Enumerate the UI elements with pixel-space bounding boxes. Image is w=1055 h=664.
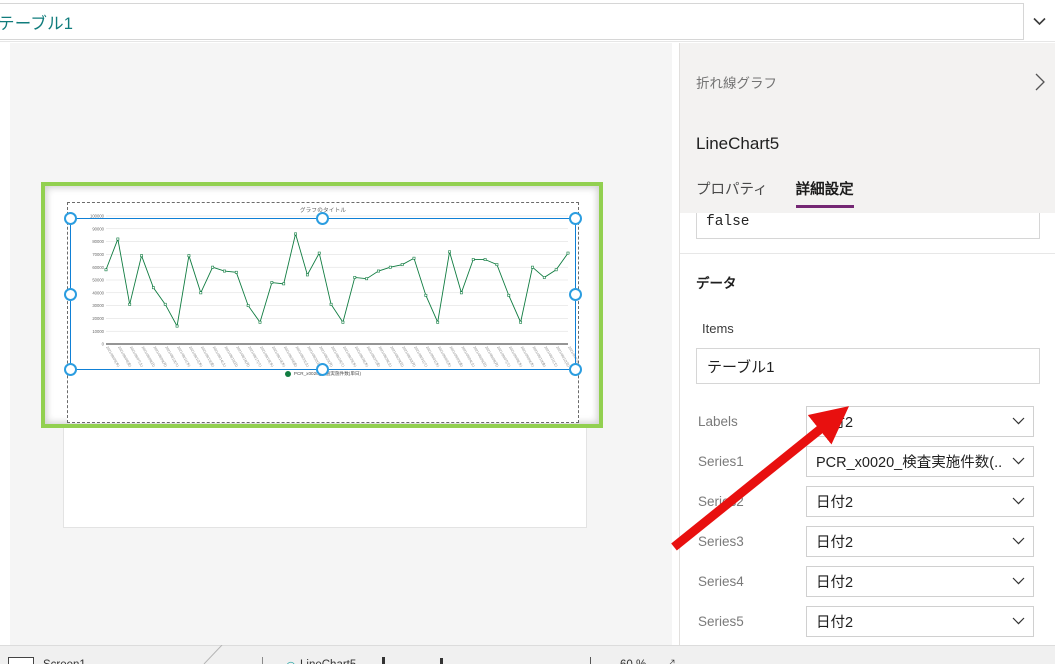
resize-handle-bottom-left[interactable] <box>64 363 77 376</box>
dropdown-value-series2: 日付2 <box>816 494 854 511</box>
chevron-down-icon <box>1003 417 1033 425</box>
chevron-right-icon[interactable] <box>1026 68 1054 96</box>
dropdown-series2[interactable]: 日付2 <box>806 485 1034 517</box>
dropdown-value-series1: PCR_x0020_検査実施件数(... <box>816 454 1003 471</box>
zoom-slider-tick[interactable] <box>590 657 591 664</box>
row-label-series3: Series3 <box>698 533 744 549</box>
chevron-down-icon[interactable] <box>1024 3 1055 40</box>
chevron-down-icon <box>1003 457 1033 465</box>
row-label-series1: Series1 <box>698 453 744 469</box>
fit-screen-icon[interactable]: ⤢ <box>665 657 675 664</box>
resize-handle-top-center[interactable] <box>316 212 329 225</box>
dropdown-series4[interactable]: 日付2 <box>806 565 1034 597</box>
property-value-field[interactable]: false <box>696 213 1040 239</box>
formula-input[interactable]: テーブル1 <box>0 3 1024 40</box>
data-row-labels: Labels 日付2 <box>680 401 1055 441</box>
chevron-down-icon <box>1003 617 1033 625</box>
items-label: Items <box>702 321 734 336</box>
chevron-down-icon <box>1003 577 1033 585</box>
section-divider <box>680 253 1055 254</box>
zoom-level-label: 60 % <box>620 659 646 664</box>
dropdown-value-series4: 日付2 <box>816 574 854 591</box>
formula-bar-divider <box>0 41 1055 42</box>
status-screen-label[interactable]: Screen1 <box>43 659 86 664</box>
data-row-series4: Series4 日付2 <box>680 561 1055 601</box>
row-label-series4: Series4 <box>698 573 744 589</box>
panel-scroll-body[interactable]: false データ Items テーブル1 Labels 日付2 Series1 PC… <box>680 213 1055 664</box>
status-mark-2 <box>440 658 443 664</box>
dropdown-series5[interactable]: 日付2 <box>806 605 1034 637</box>
dropdown-series1[interactable]: PCR_x0020_検査実施件数(... <box>806 445 1034 477</box>
screen-thumbnail-icon[interactable] <box>8 657 34 664</box>
status-divider <box>262 657 263 664</box>
power-apps-studio: テーブル1 グラフのタイトル 0 10000 20000 30000 40000 5000… <box>0 0 1055 664</box>
panel-control-name: LineChart5 <box>696 134 780 153</box>
resize-handle-middle-right[interactable] <box>569 288 582 301</box>
data-row-series2: Series2 日付2 <box>680 481 1055 521</box>
properties-panel: 折れ線グラフ LineChart5 プロパティ 詳細設定 false データ I… <box>679 43 1055 664</box>
row-label-series2: Series2 <box>698 493 744 509</box>
data-row-series5: Series5 日付2 <box>680 601 1055 641</box>
chevron-down-icon <box>1003 497 1033 505</box>
resize-handle-bottom-right[interactable] <box>569 363 582 376</box>
items-input[interactable]: テーブル1 <box>696 348 1040 384</box>
row-label-labels: Labels <box>698 413 738 429</box>
line-chart-icon: ◠ <box>286 659 296 664</box>
panel-tabs: プロパティ 詳細設定 <box>696 178 854 208</box>
selection-rectangle <box>70 218 576 370</box>
panel-control-type-label: 折れ線グラフ <box>696 76 777 91</box>
data-row-series1: Series1 PCR_x0020_検査実施件数(... <box>680 441 1055 481</box>
status-mark-1 <box>382 657 385 664</box>
tab-properties[interactable]: プロパティ <box>696 178 768 208</box>
resize-handle-top-left[interactable] <box>64 212 77 225</box>
formula-bar: テーブル1 <box>0 3 1055 40</box>
dropdown-value-labels: 日付2 <box>816 414 854 431</box>
status-control-label[interactable]: LineChart5 <box>300 659 356 664</box>
dropdown-series3[interactable]: 日付2 <box>806 525 1034 557</box>
row-label-series5: Series5 <box>698 613 744 629</box>
chevron-down-icon <box>1003 537 1033 545</box>
data-section-heading: データ <box>696 276 737 291</box>
status-breadcrumb-slash <box>203 645 223 664</box>
legend-color-swatch <box>284 371 291 377</box>
dropdown-value-series5: 日付2 <box>816 614 854 631</box>
tab-advanced[interactable]: 詳細設定 <box>795 178 854 208</box>
resize-handle-middle-left[interactable] <box>64 288 77 301</box>
resize-handle-bottom-center[interactable] <box>316 363 329 376</box>
dropdown-value-series3: 日付2 <box>816 534 854 551</box>
data-row-series3: Series3 日付2 <box>680 521 1055 561</box>
dropdown-labels[interactable]: 日付2 <box>806 405 1034 437</box>
resize-handle-top-right[interactable] <box>569 212 582 225</box>
status-bar: Screen1 ◠ LineChart5 60 % ⤢ <box>0 645 1055 664</box>
